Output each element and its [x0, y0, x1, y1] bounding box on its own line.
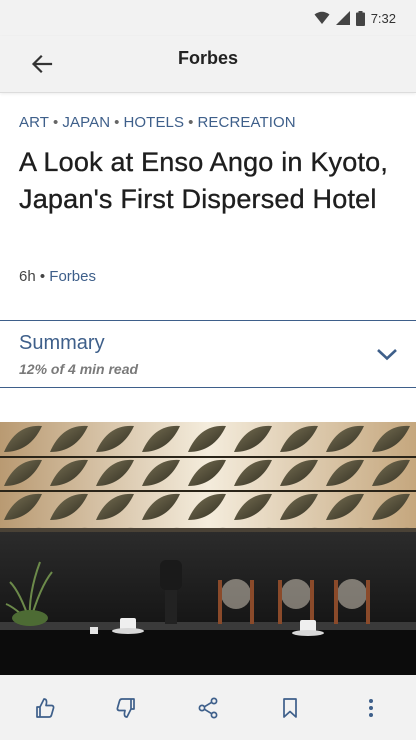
- back-button[interactable]: [26, 48, 58, 80]
- wifi-icon: [314, 11, 330, 24]
- category-separator: •: [53, 114, 59, 131]
- more-vert-icon: [369, 698, 374, 717]
- category-tag[interactable]: RECREATION: [197, 114, 295, 131]
- article-hero-image: [0, 422, 416, 675]
- category-separator: •: [188, 114, 194, 131]
- arrow-left-icon: [31, 54, 53, 74]
- share-button[interactable]: [186, 686, 230, 730]
- article-action-bar: [0, 675, 416, 740]
- status-bar: 7:32: [0, 0, 416, 36]
- thumbs-up-icon: [35, 697, 55, 718]
- category-tags: ART • JAPAN • HOTELS • RECREATION: [19, 114, 296, 131]
- category-tag[interactable]: HOTELS: [123, 114, 184, 131]
- article-age: 6h: [19, 268, 36, 285]
- like-button[interactable]: [23, 686, 67, 730]
- category-separator: •: [114, 114, 120, 131]
- category-tag[interactable]: JAPAN: [62, 114, 110, 131]
- hotel-interior-illustration: [0, 422, 416, 675]
- expand-summary-button[interactable]: [374, 341, 400, 367]
- summary-title: Summary: [19, 332, 105, 354]
- dislike-button[interactable]: [104, 686, 148, 730]
- status-icons: 7:32: [314, 10, 396, 26]
- bookmark-button[interactable]: [268, 686, 312, 730]
- status-time: 7:32: [370, 10, 396, 26]
- signal-icon: [335, 11, 350, 25]
- app-bar: Forbes: [0, 36, 416, 93]
- battery-icon: [355, 10, 365, 26]
- article-meta: 6h • Forbes: [19, 268, 96, 285]
- bookmark-icon: [282, 697, 297, 718]
- thumbs-down-icon: [116, 697, 136, 718]
- more-options-button[interactable]: [349, 686, 393, 730]
- article-headline: A Look at Enso Ango in Kyoto, Japan's Fi…: [19, 147, 389, 214]
- chevron-down-icon: [377, 349, 397, 361]
- reading-progress: 12% of 4 min read: [19, 361, 139, 377]
- category-tag[interactable]: ART: [19, 114, 49, 131]
- app-title: Forbes: [177, 48, 238, 68]
- summary-panel[interactable]: Summary 12% of 4 min read: [0, 320, 416, 388]
- article-source[interactable]: Forbes: [49, 268, 96, 285]
- share-icon: [198, 697, 218, 718]
- meta-separator: •: [39, 268, 50, 285]
